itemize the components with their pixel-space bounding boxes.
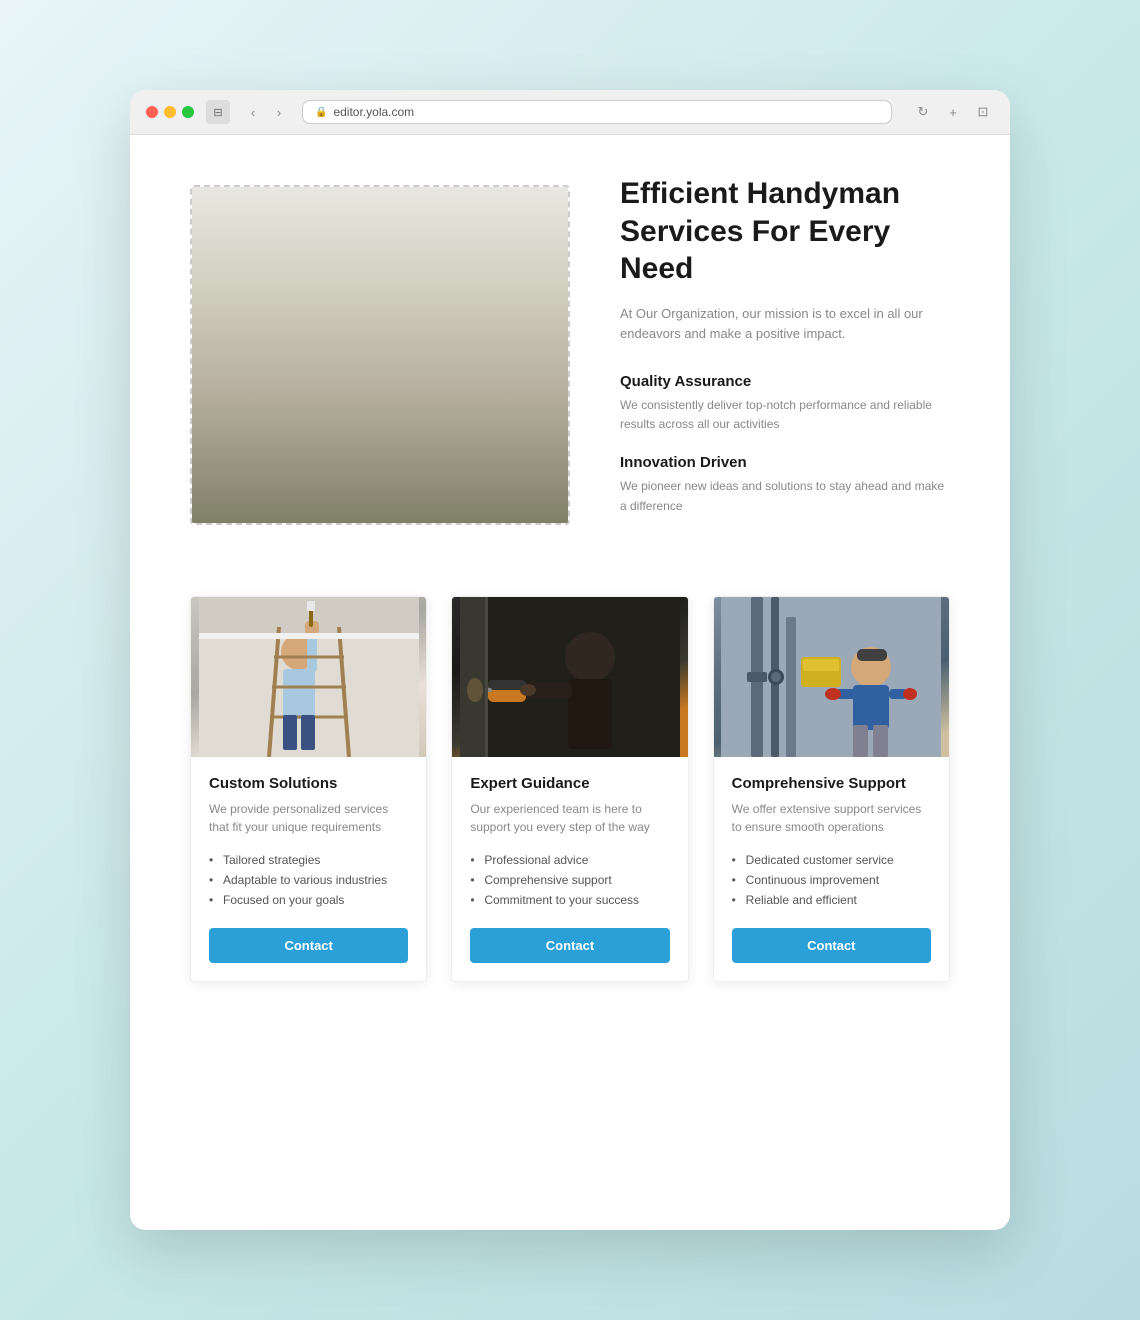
browser-window: ⊟ ‹ › 🔒 editor.yola.com ↻ + ⊡ xyxy=(130,90,1010,1230)
contact-button-3[interactable]: Contact xyxy=(732,928,931,963)
card-image-3 xyxy=(714,597,949,757)
minimize-button[interactable] xyxy=(164,106,176,118)
card-bullets-2: Professional advice Comprehensive suppor… xyxy=(470,850,669,910)
hero-subtitle: At Our Organization, our mission is to e… xyxy=(620,304,950,346)
feature-block-2: Innovation Driven We pioneer new ideas a… xyxy=(620,454,950,515)
card-image-2 xyxy=(452,597,687,757)
forward-button[interactable]: › xyxy=(268,101,290,123)
add-tab-button[interactable]: + xyxy=(942,101,964,123)
hero-image xyxy=(192,187,568,523)
back-button[interactable]: ‹ xyxy=(242,101,264,123)
painter-svg xyxy=(199,597,419,757)
bullet-1-1: Tailored strategies xyxy=(209,850,408,870)
hero-title: Efficient Handyman Services For Every Ne… xyxy=(620,175,950,288)
nav-buttons: ‹ › xyxy=(242,101,290,123)
hero-image-svg xyxy=(192,185,568,525)
card-desc-1: We provide personalized services that fi… xyxy=(209,800,408,836)
bullet-1-3: Focused on your goals xyxy=(209,890,408,910)
hero-image-container xyxy=(190,185,570,525)
maximize-button[interactable] xyxy=(182,106,194,118)
card-custom-solutions: Custom Solutions We provide personalized… xyxy=(190,596,427,982)
card-title-2: Expert Guidance xyxy=(470,775,669,792)
feature-title-1: Quality Assurance xyxy=(620,373,950,390)
hero-text: Efficient Handyman Services For Every Ne… xyxy=(620,175,950,536)
card-bullets-1: Tailored strategies Adaptable to various… xyxy=(209,850,408,910)
card-desc-2: Our experienced team is here to support … xyxy=(470,800,669,836)
feature-desc-2: We pioneer new ideas and solutions to st… xyxy=(620,477,950,515)
browser-chrome: ⊟ ‹ › 🔒 editor.yola.com ↻ + ⊡ xyxy=(130,90,1010,135)
share-button[interactable]: ↻ xyxy=(912,101,934,123)
card-title-3: Comprehensive Support xyxy=(732,775,931,792)
card-comprehensive-support: Comprehensive Support We offer extensive… xyxy=(713,596,950,982)
more-button[interactable]: ⊡ xyxy=(972,101,994,123)
bullet-2-2: Comprehensive support xyxy=(470,870,669,890)
bullet-1-2: Adaptable to various industries xyxy=(209,870,408,890)
bullet-3-2: Continuous improvement xyxy=(732,870,931,890)
bullet-2-3: Commitment to your success xyxy=(470,890,669,910)
feature-desc-1: We consistently deliver top-notch perfor… xyxy=(620,396,950,434)
browser-content: Efficient Handyman Services For Every Ne… xyxy=(130,135,1010,1230)
sidebar-toggle-button[interactable]: ⊟ xyxy=(206,100,230,124)
close-button[interactable] xyxy=(146,106,158,118)
bullet-2-1: Professional advice xyxy=(470,850,669,870)
bullet-3-1: Dedicated customer service xyxy=(732,850,931,870)
card-body-3: Comprehensive Support We offer extensive… xyxy=(714,757,949,981)
bullet-3-3: Reliable and efficient xyxy=(732,890,931,910)
browser-actions: ↻ + ⊡ xyxy=(912,101,994,123)
address-bar[interactable]: 🔒 editor.yola.com xyxy=(302,100,892,124)
hero-section: Efficient Handyman Services For Every Ne… xyxy=(130,135,1010,576)
url-text: editor.yola.com xyxy=(333,105,414,119)
driller-svg xyxy=(460,597,680,757)
feature-block-1: Quality Assurance We consistently delive… xyxy=(620,373,950,434)
card-bullets-3: Dedicated customer service Continuous im… xyxy=(732,850,931,910)
cards-section: Custom Solutions We provide personalized… xyxy=(130,576,1010,1042)
card-image-1 xyxy=(191,597,426,757)
contact-button-2[interactable]: Contact xyxy=(470,928,669,963)
card-title-1: Custom Solutions xyxy=(209,775,408,792)
card-body-1: Custom Solutions We provide personalized… xyxy=(191,757,426,981)
plumber-svg xyxy=(721,597,941,757)
feature-title-2: Innovation Driven xyxy=(620,454,950,471)
card-expert-guidance: Expert Guidance Our experienced team is … xyxy=(451,596,688,982)
card-body-2: Expert Guidance Our experienced team is … xyxy=(452,757,687,981)
lock-icon: 🔒 xyxy=(315,107,327,118)
traffic-lights xyxy=(146,106,194,118)
contact-button-1[interactable]: Contact xyxy=(209,928,408,963)
card-desc-3: We offer extensive support services to e… xyxy=(732,800,931,836)
